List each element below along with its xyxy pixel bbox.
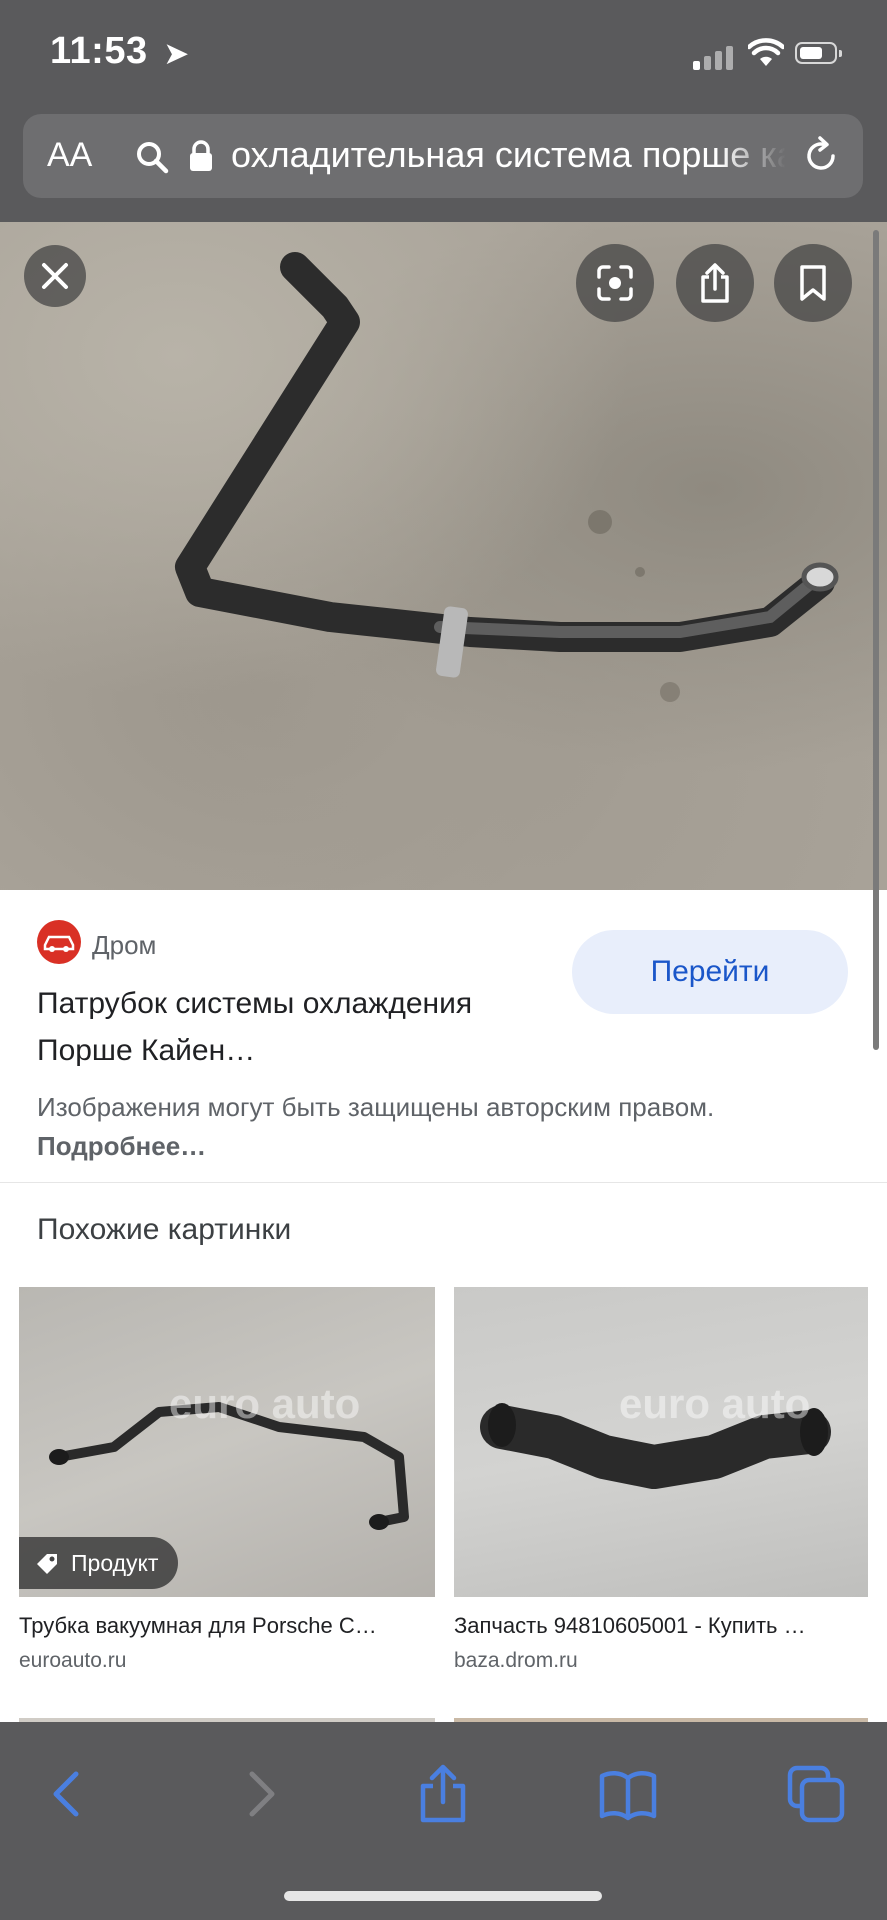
similar-images-heading: Похожие картинки [37,1213,292,1246]
wifi-icon [748,38,784,66]
badge-label: Продукт [71,1549,159,1576]
browser-top-chrome: 11:53 ➤ AA охладительная система порше к… [0,0,887,222]
status-time: 11:53 ➤ [50,30,189,73]
drom-logo-icon [43,935,75,952]
address-bar[interactable]: AA охладительная система порше кайен [23,114,863,198]
copyright-text: Изображения могут быть защищены авторски… [37,1092,715,1122]
result-image[interactable] [0,222,887,890]
source-logo [37,920,81,964]
watermark: euro auto [169,1380,361,1427]
coolant-pipe-illustration [175,252,839,702]
forward-icon[interactable] [230,1764,290,1824]
bookmark-button[interactable] [774,244,852,322]
search-icon [137,142,169,174]
copyright-notice: Изображения могут быть защищены авторски… [37,1088,817,1166]
url-field[interactable]: охладительная система порше кайен [231,134,786,178]
similar-card[interactable]: euro auto Запчасть 94810605001 - Купить … [454,1287,868,1673]
close-button[interactable] [24,245,86,307]
similar-image[interactable]: euro auto Продукт [19,1287,435,1597]
lens-icon [597,265,633,301]
tag-icon [37,1554,57,1574]
share-icon[interactable] [413,1764,473,1824]
lens-button[interactable] [576,244,654,322]
close-icon [42,263,68,289]
similar-site[interactable]: euroauto.ru [19,1649,435,1673]
bookmark-icon [800,265,826,301]
bookmarks-icon[interactable] [598,1764,658,1824]
source-name[interactable]: Дром [92,930,156,961]
hose-thumbnail-illustration [480,1403,831,1489]
similar-image[interactable]: euro auto [454,1287,868,1597]
product-badge[interactable]: Продукт [19,1537,179,1589]
back-icon[interactable] [38,1764,98,1824]
result-title[interactable]: Патрубок системы охлаждения Порше Кайен… [37,980,537,1074]
similar-card[interactable]: euro auto Продукт Трубка вакуумная для P… [19,1287,435,1673]
divider [0,1182,887,1183]
more-info-link[interactable]: Подробнее… [37,1131,206,1161]
text-size-button[interactable]: AA [47,136,92,175]
share-icon [701,263,729,303]
scrollbar[interactable] [873,230,879,1050]
battery-icon [795,42,842,64]
similar-title[interactable]: Запчасть 94810605001 - Купить … [454,1613,854,1639]
similar-title[interactable]: Трубка вакуумная для Porsche C… [19,1613,419,1639]
reload-icon[interactable] [799,134,843,178]
similar-site[interactable]: baza.drom.ru [454,1649,868,1673]
watermark: euro auto [619,1380,811,1427]
location-arrow-icon: ➤ [164,38,189,69]
cellular-signal-icon [693,44,737,70]
tabs-icon[interactable] [786,1764,846,1824]
home-indicator[interactable] [284,1891,602,1901]
share-button[interactable] [676,244,754,322]
status-time-text: 11:53 [50,30,148,72]
lock-icon [190,140,212,171]
visit-button[interactable]: Перейти [572,930,848,1014]
